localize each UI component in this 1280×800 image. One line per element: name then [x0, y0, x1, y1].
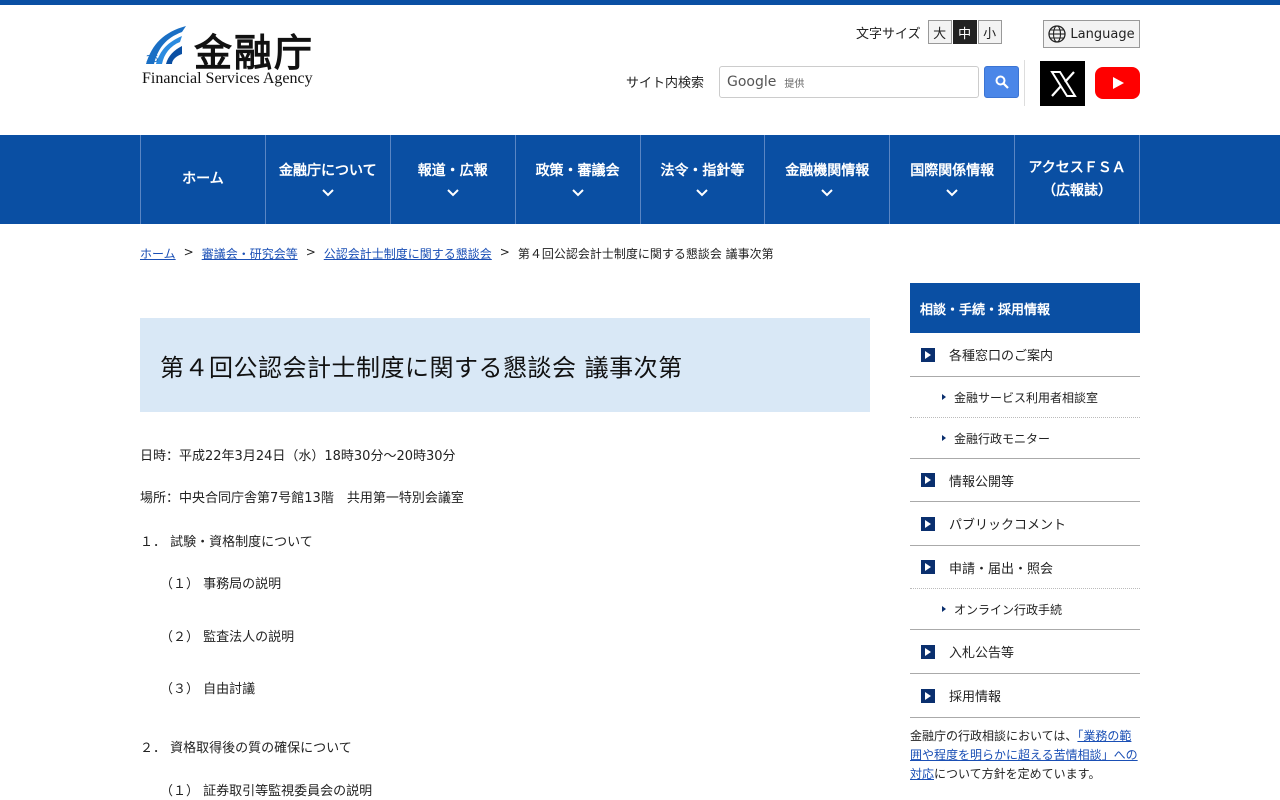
sidebar-item-disclosure[interactable]: 情報公開等 [910, 459, 1140, 502]
nav-item-label: 金融機関情報 [785, 163, 870, 180]
page-title-box: 第４回公認会計士制度に関する懇談会 議事次第 [140, 318, 870, 412]
global-navigation: ホーム 金融庁について 報道・広報 政策・審議会 法令・指針等 金融機関情報 国… [0, 135, 1280, 224]
sidebar-item-label: オンライン行政手続 [954, 602, 1063, 617]
sidebar-note-suffix: について方針を定めています。 [934, 767, 1101, 782]
nav-item-international[interactable]: 国際関係情報 [890, 135, 1016, 224]
arrow-square-icon [921, 347, 935, 362]
font-size-label: 文字サイズ [856, 26, 921, 42]
logo-jp-text: 金融庁 [194, 31, 315, 75]
top-accent-bar [0, 0, 1280, 5]
chevron-down-icon [696, 188, 709, 197]
logo-en-text: Financial Services Agency [142, 70, 313, 87]
sidebar-item-label: パブリックコメント [949, 518, 1067, 533]
site-search-input[interactable]: Google 提供 [719, 66, 979, 98]
arrow-square-icon [921, 516, 935, 531]
nav-item-label: ホーム [182, 171, 224, 188]
font-size-medium-button[interactable]: 中 [952, 20, 977, 44]
agenda-item: （３） 自由討議 [160, 682, 256, 697]
sidebar-item-label: 採用情報 [949, 690, 1002, 705]
nav-item-label: アクセスＦＳＡ （広報誌） [1028, 160, 1126, 199]
font-size-small-button[interactable]: 小 [977, 20, 1002, 44]
nav-item-label: 金融庁について [279, 163, 377, 180]
page-title: 第４回公認会計士制度に関する懇談会 議事次第 [160, 353, 683, 382]
sidebar-item-label: 金融サービス利用者相談室 [954, 390, 1099, 405]
triangle-bullet-icon [942, 606, 946, 612]
sidebar-note-prefix: 金融庁の行政相談においては、 [910, 729, 1078, 743]
nav-item-press[interactable]: 報道・広報 [391, 135, 516, 224]
nav-item-label: 法令・指針等 [660, 163, 745, 180]
sidebar-item-label: 入札公告等 [949, 646, 1015, 661]
search-provided-label: 提供 [784, 78, 805, 90]
sidebar-item-applications[interactable]: 申請・届出・照会 [910, 546, 1140, 589]
arrow-square-icon [921, 688, 935, 703]
chevron-down-icon [946, 188, 958, 197]
chevron-down-icon [571, 188, 584, 197]
fsa-emblem-icon: 25 [146, 26, 186, 65]
nav-item-label: 政策・審議会 [535, 163, 620, 180]
x-logo-icon [1049, 70, 1077, 97]
language-button[interactable]: Language [1043, 20, 1140, 48]
nav-item-label: 国際関係情報 [910, 163, 995, 180]
sidebar-note: 金融庁の行政相談においては、「業務の範囲や程度を明らかに超える苦情相談」への対応… [910, 727, 1142, 785]
nav-item-about[interactable]: 金融庁について [266, 135, 391, 224]
meeting-place: 場所：中央合同庁舎第7号館13階 共用第一特別会議室 [140, 491, 464, 506]
arrow-square-icon [921, 560, 935, 574]
sidebar-item-tenders[interactable]: 入札公告等 [910, 630, 1140, 674]
breadcrumb: ホーム > 審議会・研究会等 > 公認会計士制度に関する懇談会 > 第４回公認会… [140, 245, 774, 262]
triangle-bullet-icon [942, 394, 946, 400]
breadcrumb-separator: > [183, 245, 194, 259]
agenda-heading: ２． 資格取得後の質の確保について [140, 741, 352, 756]
breadcrumb-link-cpa-forum[interactable]: 公認会計士制度に関する懇談会 [324, 245, 492, 262]
youtube-play-icon [1112, 77, 1124, 89]
arrow-square-icon [921, 644, 935, 659]
youtube-social-button[interactable] [1095, 67, 1140, 99]
triangle-bullet-icon [942, 435, 946, 441]
breadcrumb-separator: > [305, 245, 316, 259]
search-button[interactable] [984, 66, 1019, 98]
sidebar-item-label: 情報公開等 [949, 474, 1015, 490]
sidebar-item-label: 金融行政モニター [954, 431, 1051, 446]
nav-item-institutions[interactable]: 金融機関情報 [765, 135, 891, 224]
agenda-item: （２） 監査法人の説明 [160, 630, 295, 645]
agenda-item: （１） 証券取引等監視委員会の説明 [160, 784, 373, 799]
x-social-button[interactable] [1040, 61, 1085, 106]
breadcrumb-link-councils[interactable]: 審議会・研究会等 [202, 245, 298, 262]
fsa-logo[interactable]: 25 金融庁 Financial Services Agency [142, 22, 342, 92]
sidebar-item-label: 各種窓口のご案内 [949, 349, 1054, 364]
font-size-switcher: 文字サイズ 大 中 小 [856, 20, 1002, 44]
chevron-down-icon [446, 188, 459, 197]
sidebar-item-label: 申請・届出・照会 [949, 561, 1054, 577]
google-brand: Google [727, 74, 777, 90]
chevron-down-icon [821, 188, 834, 197]
chevron-down-icon [322, 188, 334, 197]
search-icon [995, 75, 1009, 89]
nav-item-label: 報道・広報 [417, 163, 488, 180]
sidebar-subitem-online-procedures[interactable]: オンライン行政手続 [910, 589, 1140, 630]
globe-icon [1048, 25, 1067, 43]
font-size-large-button[interactable]: 大 [927, 20, 952, 44]
nav-item-laws[interactable]: 法令・指針等 [641, 135, 766, 224]
language-label: Language [1070, 26, 1135, 42]
sidebar-item-public-comment[interactable]: パブリックコメント [910, 502, 1140, 546]
breadcrumb-separator: > [499, 245, 510, 259]
nav-item-access-fsa[interactable]: アクセスＦＳＡ （広報誌） [1015, 135, 1140, 224]
breadcrumb-link-home[interactable]: ホーム [140, 245, 176, 262]
agenda-heading: １． 試験・資格制度について [140, 535, 313, 550]
sidebar-heading: 相談・手続・採用情報 [910, 283, 1140, 333]
header-divider [1024, 60, 1025, 106]
sidebar-subitem-monitor[interactable]: 金融行政モニター [910, 418, 1140, 459]
sidebar-item-recruitment[interactable]: 採用情報 [910, 674, 1140, 718]
site-search-label: サイト内検索 [626, 76, 705, 91]
sidebar-subitem-consumer-desk[interactable]: 金融サービス利用者相談室 [910, 377, 1140, 418]
arrow-square-icon [921, 473, 935, 487]
meeting-date: 日時：平成22年3月24日（水）18時30分～20時30分 [140, 449, 456, 464]
logo-badge: 25 [146, 54, 159, 65]
breadcrumb-current: 第４回公認会計士制度に関する懇談会 議事次第 [517, 247, 774, 261]
nav-item-policy[interactable]: 政策・審議会 [516, 135, 641, 224]
sidebar-item-contact-windows[interactable]: 各種窓口のご案内 [910, 333, 1140, 377]
agenda-item: （１） 事務局の説明 [160, 577, 282, 592]
nav-item-home[interactable]: ホーム [141, 135, 266, 224]
